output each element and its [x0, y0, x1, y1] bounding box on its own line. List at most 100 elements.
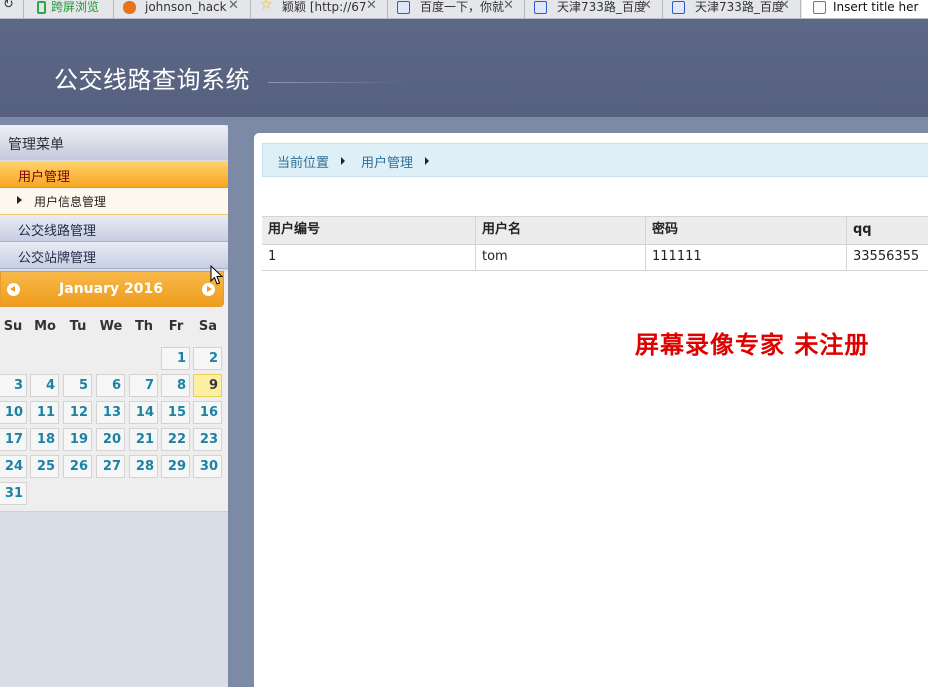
breadcrumb-arrow-icon [341, 157, 345, 165]
caret-right-icon [17, 196, 22, 204]
menu-item-bus-route-management[interactable]: 公交线路管理 [0, 215, 228, 242]
calendar-day[interactable]: 21 [129, 428, 158, 451]
tab-4-close-icon[interactable]: ✕ [503, 0, 514, 13]
baidu-paw-icon [672, 1, 685, 14]
cell-username: tom [476, 244, 646, 270]
calendar-day[interactable]: 26 [63, 455, 92, 478]
tab-reload[interactable]: ↻ [0, 0, 24, 18]
left-panel: 管理菜单 用户管理 用户信息管理 公交线路管理 公交站牌管理 January 2… [0, 125, 228, 687]
menu-item-bus-route-label: 公交线路管理 [18, 224, 97, 239]
tab-6-close-icon[interactable]: ✕ [779, 0, 790, 13]
tab-3-close-icon[interactable]: ✕ [366, 0, 377, 13]
calendar-day[interactable]: 2 [193, 347, 222, 370]
table-row[interactable]: 1 tom 111111 33556355 [262, 244, 928, 271]
blog-icon [123, 1, 136, 14]
tab-4[interactable]: 百度一下，你就 ✕ [389, 0, 525, 18]
tab-6[interactable]: 天津733路_百度 ✕ [664, 0, 801, 18]
calendar-day[interactable]: 29 [161, 455, 190, 478]
menu-header: 管理菜单 [0, 125, 228, 160]
mouse-cursor-icon [210, 265, 224, 285]
menu-item-user-management[interactable]: 用户管理 [0, 161, 228, 188]
cell-user-id: 1 [262, 244, 476, 270]
calendar-day[interactable]: 13 [96, 401, 125, 424]
calendar-day[interactable]: 3 [0, 374, 27, 397]
tab-6-label: 天津733路_百度 [695, 0, 784, 14]
col-user-id: 用户编号 [262, 217, 476, 244]
tab-2-close-icon[interactable]: ✕ [228, 0, 239, 13]
calendar-day[interactable]: 6 [96, 374, 125, 397]
baidu-paw-icon [397, 1, 410, 14]
calendar-day[interactable]: 24 [0, 455, 27, 478]
col-password: 密码 [646, 217, 847, 244]
calendar-day[interactable]: 20 [96, 428, 125, 451]
calendar-day[interactable]: 27 [96, 455, 125, 478]
app-header: 公交线路查询系统 [0, 19, 928, 117]
tab-5[interactable]: 天津733路_百度 ✕ [526, 0, 663, 18]
calendar-day[interactable]: 31 [0, 482, 27, 505]
col-username: 用户名 [476, 217, 646, 244]
calendar-day[interactable]: 7 [129, 374, 158, 397]
calendar-day[interactable]: 19 [63, 428, 92, 451]
calendar-day[interactable]: 1 [161, 347, 190, 370]
tab-3[interactable]: ☆ 颖颖 [http://67 ✕ [252, 0, 388, 18]
breadcrumb: 当前位置 用户管理 [262, 143, 928, 177]
calendar-day[interactable]: 17 [0, 428, 27, 451]
calendar-day[interactable]: 14 [129, 401, 158, 424]
calendar-weekday: Tu [69, 319, 87, 334]
calendar-day[interactable]: 11 [30, 401, 59, 424]
menu-title: 管理菜单 [8, 137, 64, 153]
calendar-day[interactable]: 10 [0, 401, 27, 424]
calendar-day[interactable]: 12 [63, 401, 92, 424]
calendar-day[interactable]: 16 [193, 401, 222, 424]
main-content: 当前位置 用户管理 用户编号 用户名 密码 qq 1 tom 111111 33… [254, 133, 928, 687]
calendar-day[interactable]: 8 [161, 374, 190, 397]
calendar-day-today[interactable]: 9 [193, 374, 222, 397]
submenu-item-user-info[interactable]: 用户信息管理 [0, 188, 228, 215]
table-header: 用户编号 用户名 密码 qq [262, 216, 928, 245]
tab-4-label: 百度一下，你就 [420, 0, 505, 14]
breadcrumb-user-management[interactable]: 用户管理 [361, 152, 413, 171]
calendar-day[interactable]: 5 [63, 374, 92, 397]
calendar-weekday: Th [134, 319, 154, 334]
calendar-day[interactable]: 18 [30, 428, 59, 451]
menu-item-bus-stop-label: 公交站牌管理 [18, 251, 97, 266]
recorder-watermark: 屏幕录像专家 未注册 [635, 330, 870, 359]
page-title: 公交线路查询系统 [54, 66, 250, 94]
tab-2-label: johnson_hack [145, 0, 227, 14]
baidu-paw-icon [534, 1, 547, 14]
tab-7[interactable]: Insert title her [802, 0, 928, 18]
tab-3-label: 颖颖 [http://67 [282, 0, 367, 14]
calendar-day[interactable]: 23 [193, 428, 222, 451]
tab-1-label: 跨屏浏览 [51, 0, 100, 14]
calendar-weekday: Su [3, 319, 23, 334]
tab-1[interactable]: 跨屏浏览 [25, 0, 114, 18]
calendar-day[interactable]: 22 [161, 428, 190, 451]
calendar-weekday: Mo [34, 319, 56, 334]
calendar-header: January 2016 [0, 271, 224, 307]
menu-item-user-management-label: 用户管理 [18, 170, 71, 185]
submenu-item-user-info-label: 用户信息管理 [34, 195, 107, 209]
calendar-month-label: January 2016 [59, 281, 163, 297]
star-icon: ☆ [260, 0, 273, 13]
breadcrumb-arrow-icon [425, 157, 429, 165]
browser-tab-strip: ↻ 跨屏浏览 johnson_hack ✕ ☆ 颖颖 [http://67 ✕ … [0, 0, 928, 19]
calendar-day[interactable]: 4 [30, 374, 59, 397]
calendar-widget: January 2016 Su Mo Tu We Th Fr Sa 1 2 3 4 5 6 7 8 9 10 11… [0, 271, 228, 512]
tab-5-close-icon[interactable]: ✕ [641, 0, 652, 13]
calendar-day[interactable]: 28 [129, 455, 158, 478]
menu-item-bus-stop-management[interactable]: 公交站牌管理 [0, 242, 228, 269]
calendar-weekday: We [99, 319, 123, 334]
calendar-day[interactable]: 30 [193, 455, 222, 478]
green-phone-icon [37, 1, 46, 14]
breadcrumb-current-location: 当前位置 [277, 156, 330, 171]
calendar-day[interactable]: 15 [161, 401, 190, 424]
calendar-weekday: Fr [168, 319, 184, 334]
header-divider [268, 82, 408, 83]
cell-qq: 33556355 [853, 249, 920, 264]
page-icon [813, 1, 826, 14]
tab-5-label: 天津733路_百度 [557, 0, 646, 14]
reload-icon[interactable]: ↻ [3, 0, 14, 12]
calendar-day[interactable]: 25 [30, 455, 59, 478]
tab-2[interactable]: johnson_hack ✕ [115, 0, 251, 18]
calendar-weekday: Sa [198, 319, 218, 334]
